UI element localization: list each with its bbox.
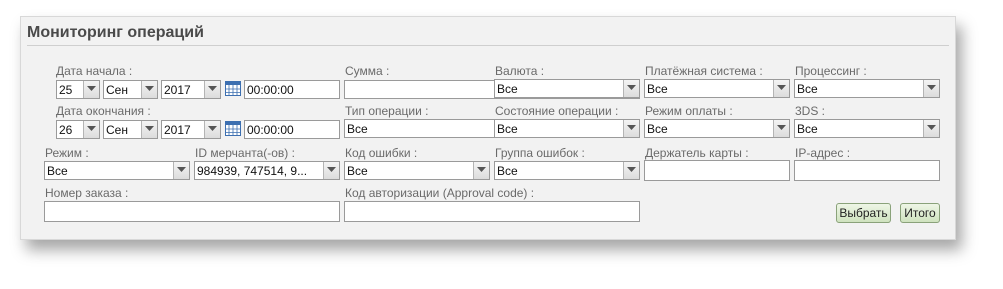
approval-code-input[interactable] — [344, 201, 640, 222]
date-start-month-select[interactable]: Сен — [103, 80, 158, 99]
ip-address-label: IP-адрес : — [795, 146, 851, 160]
order-number-label: Номер заказа : — [45, 186, 129, 200]
card-holder-input[interactable] — [644, 160, 790, 181]
chevron-down-icon[interactable] — [623, 120, 639, 137]
order-number-input[interactable] — [44, 201, 340, 222]
operation-state-label: Состояние операции : — [495, 104, 619, 118]
page-title: Мониторинг операций — [27, 24, 204, 41]
chevron-down-icon[interactable] — [323, 162, 339, 179]
operation-state-select[interactable]: Все — [494, 119, 640, 138]
date-start-time-input[interactable]: 00:00:00 — [244, 80, 340, 99]
date-end-year-select[interactable]: 2017 — [161, 120, 221, 139]
operation-type-label: Тип операции : — [345, 104, 429, 118]
chevron-down-icon[interactable] — [204, 121, 220, 138]
error-code-select[interactable]: Все — [344, 161, 490, 180]
chevron-down-icon[interactable] — [923, 120, 939, 137]
chevron-down-icon[interactable] — [173, 162, 189, 179]
chevron-down-icon[interactable] — [623, 162, 639, 179]
date-end-label: Дата окончания : — [56, 104, 151, 118]
date-end-day-select[interactable]: 26 — [56, 120, 100, 139]
operations-monitoring-panel: Мониторинг операций Дата начала : 25 Сен… — [20, 16, 956, 240]
date-start-day-select[interactable]: 25 — [56, 80, 100, 99]
payment-mode-label: Режим оплаты : — [645, 104, 733, 118]
processing-select[interactable]: Все — [794, 79, 940, 98]
payment-system-label: Платёжная система : — [645, 64, 763, 78]
processing-label: Процессинг : — [795, 64, 867, 78]
total-button[interactable]: Итого — [900, 203, 940, 223]
chevron-down-icon[interactable] — [923, 80, 939, 97]
date-start-year-select[interactable]: 2017 — [161, 80, 221, 99]
payment-system-select[interactable]: Все — [644, 79, 790, 98]
merchant-id-select[interactable]: 984939, 747514, 9... — [194, 161, 340, 180]
calendar-icon[interactable] — [225, 121, 241, 136]
amount-label: Сумма : — [345, 64, 390, 78]
ip-address-input[interactable] — [794, 160, 940, 181]
merchant-id-label: ID мерчанта(-ов) : — [195, 146, 295, 160]
approval-code-label: Код авторизации (Approval code) : — [345, 186, 535, 200]
chevron-down-icon[interactable] — [204, 81, 220, 98]
three-ds-select[interactable]: Все — [794, 119, 940, 138]
date-end-time-input[interactable]: 00:00:00 — [244, 120, 340, 139]
select-button[interactable]: Выбрать — [836, 203, 891, 223]
chevron-down-icon[interactable] — [623, 80, 639, 97]
three-ds-label: 3DS : — [795, 104, 826, 118]
error-group-label: Группа ошибок : — [495, 146, 585, 160]
chevron-down-icon[interactable] — [473, 162, 489, 179]
date-end-month-select[interactable]: Сен — [103, 120, 158, 139]
error-group-select[interactable]: Все — [494, 161, 640, 180]
chevron-down-icon[interactable] — [773, 80, 789, 97]
chevron-down-icon[interactable] — [141, 81, 157, 98]
chevron-down-icon[interactable] — [141, 121, 157, 138]
calendar-icon[interactable] — [225, 81, 241, 96]
chevron-down-icon[interactable] — [83, 81, 99, 98]
mode-label: Режим : — [45, 146, 89, 160]
chevron-down-icon[interactable] — [773, 120, 789, 137]
chevron-down-icon[interactable] — [83, 121, 99, 138]
mode-select[interactable]: Все — [44, 161, 190, 180]
currency-label: Валюта : — [495, 64, 545, 78]
date-start-label: Дата начала : — [56, 64, 133, 78]
payment-mode-select[interactable]: Все — [644, 119, 790, 138]
currency-select[interactable]: Все — [494, 79, 640, 98]
title-divider — [27, 45, 949, 46]
card-holder-label: Держатель карты : — [645, 146, 749, 160]
error-code-label: Код ошибки : — [345, 146, 418, 160]
